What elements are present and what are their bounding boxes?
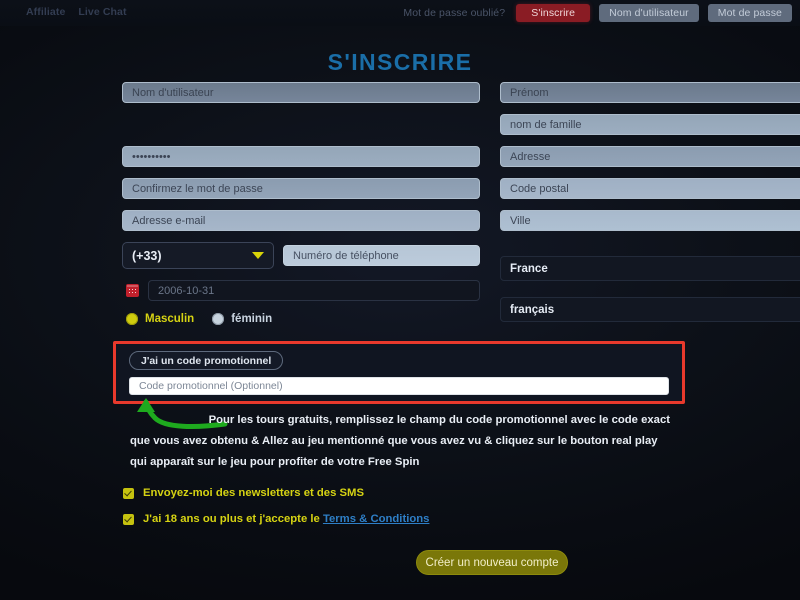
consent-checkboxes: Envoyez-moi des newsletters et des SMS J… bbox=[123, 487, 429, 539]
lastname-input[interactable]: nom de famille bbox=[500, 114, 800, 135]
phone-input[interactable]: Numéro de téléphone bbox=[283, 245, 480, 266]
gender-male-label: Masculin bbox=[145, 313, 195, 325]
gender-option-male[interactable]: Masculin bbox=[126, 313, 194, 325]
promo-code-section: J'ai un code promotionnel Code promotion… bbox=[113, 341, 685, 404]
affiliate-link[interactable]: Affiliate bbox=[26, 6, 65, 18]
birthdate-input[interactable]: 2006-10-31 bbox=[148, 280, 480, 301]
terms-checkbox-row[interactable]: J'ai 18 ans ou plus et j'accepte le Term… bbox=[123, 513, 429, 525]
terms-label: J'ai 18 ans ou plus et j'accepte le Term… bbox=[143, 513, 429, 525]
calendar-icon[interactable] bbox=[126, 284, 139, 297]
terms-text: J'ai 18 ans ou plus et j'accepte le bbox=[143, 513, 323, 525]
signup-button[interactable]: S'inscrire bbox=[516, 4, 591, 22]
top-right-controls: Mot de passe oublié? S'inscrire Nom d'ut… bbox=[403, 4, 792, 22]
newsletter-label: Envoyez-moi des newsletters et des SMS bbox=[143, 487, 364, 499]
radio-female-icon[interactable] bbox=[212, 313, 225, 325]
password-input[interactable]: •••••••••• bbox=[122, 146, 480, 167]
email-input[interactable]: Adresse e-mail bbox=[122, 210, 480, 231]
gender-female-label: féminin bbox=[231, 313, 273, 325]
radio-male-icon[interactable] bbox=[126, 313, 138, 325]
promo-code-input[interactable]: Code promotionnel (Optionnel) bbox=[129, 377, 669, 395]
form-left-column: Nom d'utilisateur •••••••••• Confirmez l… bbox=[122, 82, 480, 325]
forgot-password-link[interactable]: Mot de passe oublié? bbox=[403, 7, 505, 19]
username-button[interactable]: Nom d'utilisateur bbox=[599, 4, 699, 22]
city-input[interactable]: Ville bbox=[500, 210, 800, 231]
language-select[interactable]: français bbox=[500, 297, 800, 322]
create-account-button[interactable]: Créer un nouveau compte bbox=[416, 550, 568, 575]
terms-checkbox-icon[interactable] bbox=[123, 513, 134, 525]
have-promo-code-button[interactable]: J'ai un code promotionnel bbox=[129, 351, 284, 370]
promo-instructions: Pour les tours gratuits, remplissez le c… bbox=[130, 410, 670, 473]
country-code-select[interactable]: (+33) bbox=[122, 242, 274, 269]
phone-row: (+33) Numéro de téléphone bbox=[122, 242, 480, 269]
gender-option-female[interactable]: féminin bbox=[212, 313, 272, 325]
left-column-spacer bbox=[122, 114, 480, 135]
form-right-column: Prénom nom de famille Adresse Code posta… bbox=[500, 82, 800, 333]
top-bar: Affiliate Live Chat Mot de passe oublié?… bbox=[0, 0, 800, 26]
newsletter-checkbox-row[interactable]: Envoyez-moi des newsletters et des SMS bbox=[123, 487, 429, 499]
postcode-input[interactable]: Code postal bbox=[500, 178, 800, 199]
birthdate-row: 2006-10-31 bbox=[122, 280, 480, 301]
live-chat-link[interactable]: Live Chat bbox=[78, 6, 126, 18]
instruction-line-3: qui apparaît sur le jeu pour profiter de… bbox=[130, 456, 420, 468]
signup-page: Affiliate Live Chat Mot de passe oublié?… bbox=[0, 0, 800, 600]
top-left-links: Affiliate Live Chat bbox=[26, 6, 127, 18]
instruction-line-2: que vous avez obtenu & Allez au jeu ment… bbox=[130, 435, 658, 447]
terms-and-conditions-link[interactable]: Terms & Conditions bbox=[323, 513, 430, 525]
country-code-value: (+33) bbox=[132, 248, 162, 263]
firstname-input[interactable]: Prénom bbox=[500, 82, 800, 103]
instruction-line-1: Pour les tours gratuits, remplissez le c… bbox=[208, 414, 670, 426]
confirm-password-input[interactable]: Confirmez le mot de passe bbox=[122, 178, 480, 199]
address-input[interactable]: Adresse bbox=[500, 146, 800, 167]
gender-radio-group: Masculin féminin bbox=[126, 313, 480, 325]
country-select[interactable]: France bbox=[500, 256, 800, 281]
password-button[interactable]: Mot de passe bbox=[707, 4, 792, 22]
newsletter-checkbox-icon[interactable] bbox=[123, 487, 134, 499]
chevron-down-icon bbox=[252, 252, 264, 259]
username-input[interactable]: Nom d'utilisateur bbox=[122, 82, 480, 103]
page-title: S'INSCRIRE bbox=[327, 49, 473, 75]
